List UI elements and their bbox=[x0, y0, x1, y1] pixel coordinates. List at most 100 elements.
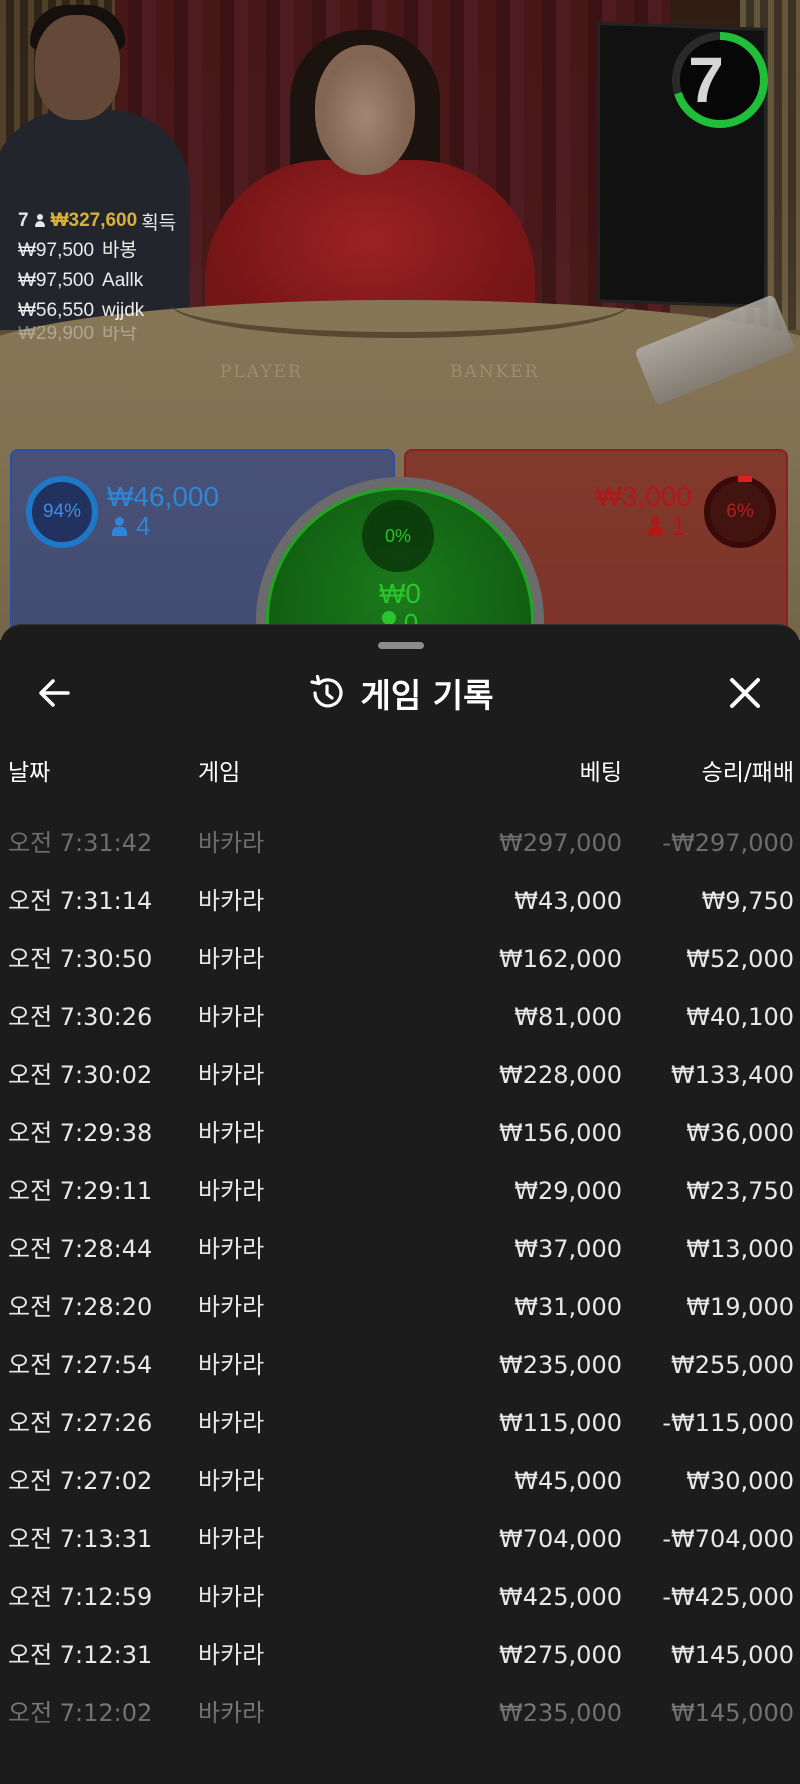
cell-date: 오전 7:12:59 bbox=[8, 1583, 153, 1611]
cell-bet: ₩43,000 bbox=[514, 887, 622, 915]
player-bet-amount: ₩46,000 bbox=[107, 481, 220, 512]
cell-bet: ₩275,000 bbox=[499, 1641, 622, 1669]
player-bettors: 4 bbox=[110, 511, 150, 542]
banker-bet-amount: ₩3,000 bbox=[595, 481, 693, 512]
winner-row: ₩97,500 바봉 bbox=[18, 236, 176, 266]
cell-bet: ₩29,000 bbox=[514, 1177, 622, 1205]
cell-game: 바카라 bbox=[198, 1409, 265, 1437]
tie-percent: 0% bbox=[384, 525, 411, 546]
table-row[interactable]: 오전 7:28:44 바카라 ₩37,000 ₩13,000 bbox=[0, 1220, 800, 1278]
cell-result: -₩297,000 bbox=[662, 829, 794, 857]
cell-date: 오전 7:27:26 bbox=[8, 1409, 153, 1437]
cell-game: 바카라 bbox=[198, 1003, 265, 1031]
cell-game: 바카라 bbox=[198, 1177, 265, 1205]
close-icon bbox=[730, 678, 760, 708]
column-header-bet: 베팅 bbox=[579, 760, 622, 786]
column-header-game: 게임 bbox=[198, 760, 241, 786]
winner-row: ₩29,900 바닥 bbox=[18, 326, 176, 342]
history-table: 오전 7:31:42 바카라 ₩297,000 -₩297,000 오전 7:31:14… bbox=[0, 814, 800, 1742]
cell-game: 바카라 bbox=[198, 1235, 265, 1263]
table-row[interactable]: 오전 7:31:14 바카라 ₩43,000 ₩9,750 bbox=[0, 872, 800, 930]
cell-result: ₩145,000 bbox=[671, 1641, 794, 1669]
timer-value: 7 bbox=[688, 44, 724, 116]
cell-bet: ₩297,000 bbox=[499, 829, 622, 857]
winner-name: wjjdk bbox=[102, 300, 145, 321]
sheet-title: 게임 기록 bbox=[0, 665, 800, 721]
person-icon bbox=[34, 214, 46, 228]
cell-date: 오전 7:27:54 bbox=[8, 1351, 153, 1379]
cell-result: ₩255,000 bbox=[671, 1351, 794, 1379]
cell-result: ₩52,000 bbox=[686, 945, 794, 973]
history-clock-icon bbox=[309, 674, 343, 708]
table-row[interactable]: 오전 7:30:50 바카라 ₩162,000 ₩52,000 bbox=[0, 930, 800, 988]
cell-result: -₩704,000 bbox=[662, 1525, 794, 1553]
table-row[interactable]: 오전 7:31:42 바카라 ₩297,000 -₩297,000 bbox=[0, 814, 800, 872]
winner-amount: ₩29,900 bbox=[18, 326, 95, 342]
cell-date: 오전 7:12:31 bbox=[8, 1641, 153, 1669]
page-title: 게임 기록 bbox=[360, 676, 494, 715]
cell-bet: ₩235,000 bbox=[499, 1351, 622, 1379]
game-history-sheet: 게임 기록 날짜 게임 베팅 승리/패배 오전 7:31:42 바카라 ₩297,0… bbox=[0, 624, 800, 1784]
cell-date: 오전 7:29:11 bbox=[8, 1177, 153, 1205]
table-row[interactable]: 오전 7:30:26 바카라 ₩81,000 ₩40,100 bbox=[0, 988, 800, 1046]
winner-amount: ₩56,550 bbox=[18, 300, 95, 321]
table-row[interactable]: 오전 7:13:31 바카라 ₩704,000 -₩704,000 bbox=[0, 1510, 800, 1568]
cell-game: 바카라 bbox=[198, 1467, 265, 1495]
cell-game: 바카라 bbox=[198, 887, 265, 915]
cell-bet: ₩228,000 bbox=[499, 1061, 622, 1089]
table-row[interactable]: 오전 7:12:02 바카라 ₩235,000 ₩145,000 bbox=[0, 1684, 800, 1742]
cell-result: ₩30,000 bbox=[686, 1467, 794, 1495]
player-percent: 94% bbox=[42, 501, 82, 522]
table-row[interactable]: 오전 7:29:11 바카라 ₩29,000 ₩23,750 bbox=[0, 1162, 800, 1220]
cell-result: -₩425,000 bbox=[662, 1583, 794, 1611]
sheet-drag-handle[interactable] bbox=[378, 642, 424, 649]
table-header: 날짜 게임 베팅 승리/패배 bbox=[0, 753, 800, 793]
winners-total: ₩327,600 bbox=[50, 210, 138, 231]
tie-bet-amount: ₩0 bbox=[379, 578, 421, 609]
cell-date: 오전 7:29:38 bbox=[8, 1119, 153, 1147]
column-header-date: 날짜 bbox=[8, 760, 51, 786]
cell-result: ₩19,000 bbox=[686, 1293, 794, 1321]
table-row[interactable]: 오전 7:30:02 바카라 ₩228,000 ₩133,400 bbox=[0, 1046, 800, 1104]
cell-result: ₩40,100 bbox=[686, 1003, 794, 1031]
table-row[interactable]: 오전 7:27:26 바카라 ₩115,000 -₩115,000 bbox=[0, 1394, 800, 1452]
cell-date: 오전 7:12:02 bbox=[8, 1699, 153, 1727]
person-icon bbox=[111, 516, 127, 537]
cell-game: 바카라 bbox=[198, 1351, 265, 1379]
table-row[interactable]: 오전 7:28:20 바카라 ₩31,000 ₩19,000 bbox=[0, 1278, 800, 1336]
cell-bet: ₩115,000 bbox=[499, 1409, 622, 1437]
cell-bet: ₩156,000 bbox=[499, 1119, 622, 1147]
table-row[interactable]: 오전 7:12:59 바카라 ₩425,000 -₩425,000 bbox=[0, 1568, 800, 1626]
winner-name: 바닥 bbox=[102, 326, 138, 342]
cell-bet: ₩31,000 bbox=[514, 1293, 622, 1321]
winners-count: 7 bbox=[18, 210, 29, 231]
table-row[interactable]: 오전 7:27:54 바카라 ₩235,000 ₩255,000 bbox=[0, 1336, 800, 1394]
winner-name: Aallk bbox=[102, 270, 144, 291]
winners-label: 획득 bbox=[141, 212, 177, 234]
person-icon bbox=[381, 611, 396, 625]
winner-amount: ₩97,500 bbox=[18, 270, 95, 291]
cell-result: ₩36,000 bbox=[686, 1119, 794, 1147]
cell-result: ₩23,750 bbox=[686, 1177, 794, 1205]
winners-header: 7 ₩327,600 획득 bbox=[18, 206, 176, 236]
winners-list: 7 ₩327,600 획득 ₩97,500 바봉 ₩97,500 Aallk ₩56… bbox=[18, 206, 176, 342]
cell-game: 바카라 bbox=[198, 1699, 265, 1727]
cell-game: 바카라 bbox=[198, 1293, 265, 1321]
table-row[interactable]: 오전 7:12:31 바카라 ₩275,000 ₩145,000 bbox=[0, 1626, 800, 1684]
countdown-timer: 7 bbox=[670, 30, 770, 130]
cell-date: 오전 7:28:44 bbox=[8, 1235, 153, 1263]
cell-game: 바카라 bbox=[198, 1641, 265, 1669]
cell-game: 바카라 bbox=[198, 1119, 265, 1147]
cell-bet: ₩81,000 bbox=[514, 1003, 622, 1031]
banker-bettors: 1 bbox=[646, 511, 686, 542]
table-row[interactable]: 오전 7:27:02 바카라 ₩45,000 ₩30,000 bbox=[0, 1452, 800, 1510]
winner-amount: ₩97,500 bbox=[18, 240, 95, 261]
table-row[interactable]: 오전 7:29:38 바카라 ₩156,000 ₩36,000 bbox=[0, 1104, 800, 1162]
cell-result: -₩115,000 bbox=[662, 1409, 794, 1437]
close-button[interactable] bbox=[720, 668, 770, 718]
cell-date: 오전 7:27:02 bbox=[8, 1467, 153, 1495]
cell-result: ₩145,000 bbox=[671, 1699, 794, 1727]
cell-date: 오전 7:30:26 bbox=[8, 1003, 153, 1031]
cell-result: ₩9,750 bbox=[701, 887, 794, 915]
cell-date: 오전 7:31:14 bbox=[8, 887, 153, 915]
